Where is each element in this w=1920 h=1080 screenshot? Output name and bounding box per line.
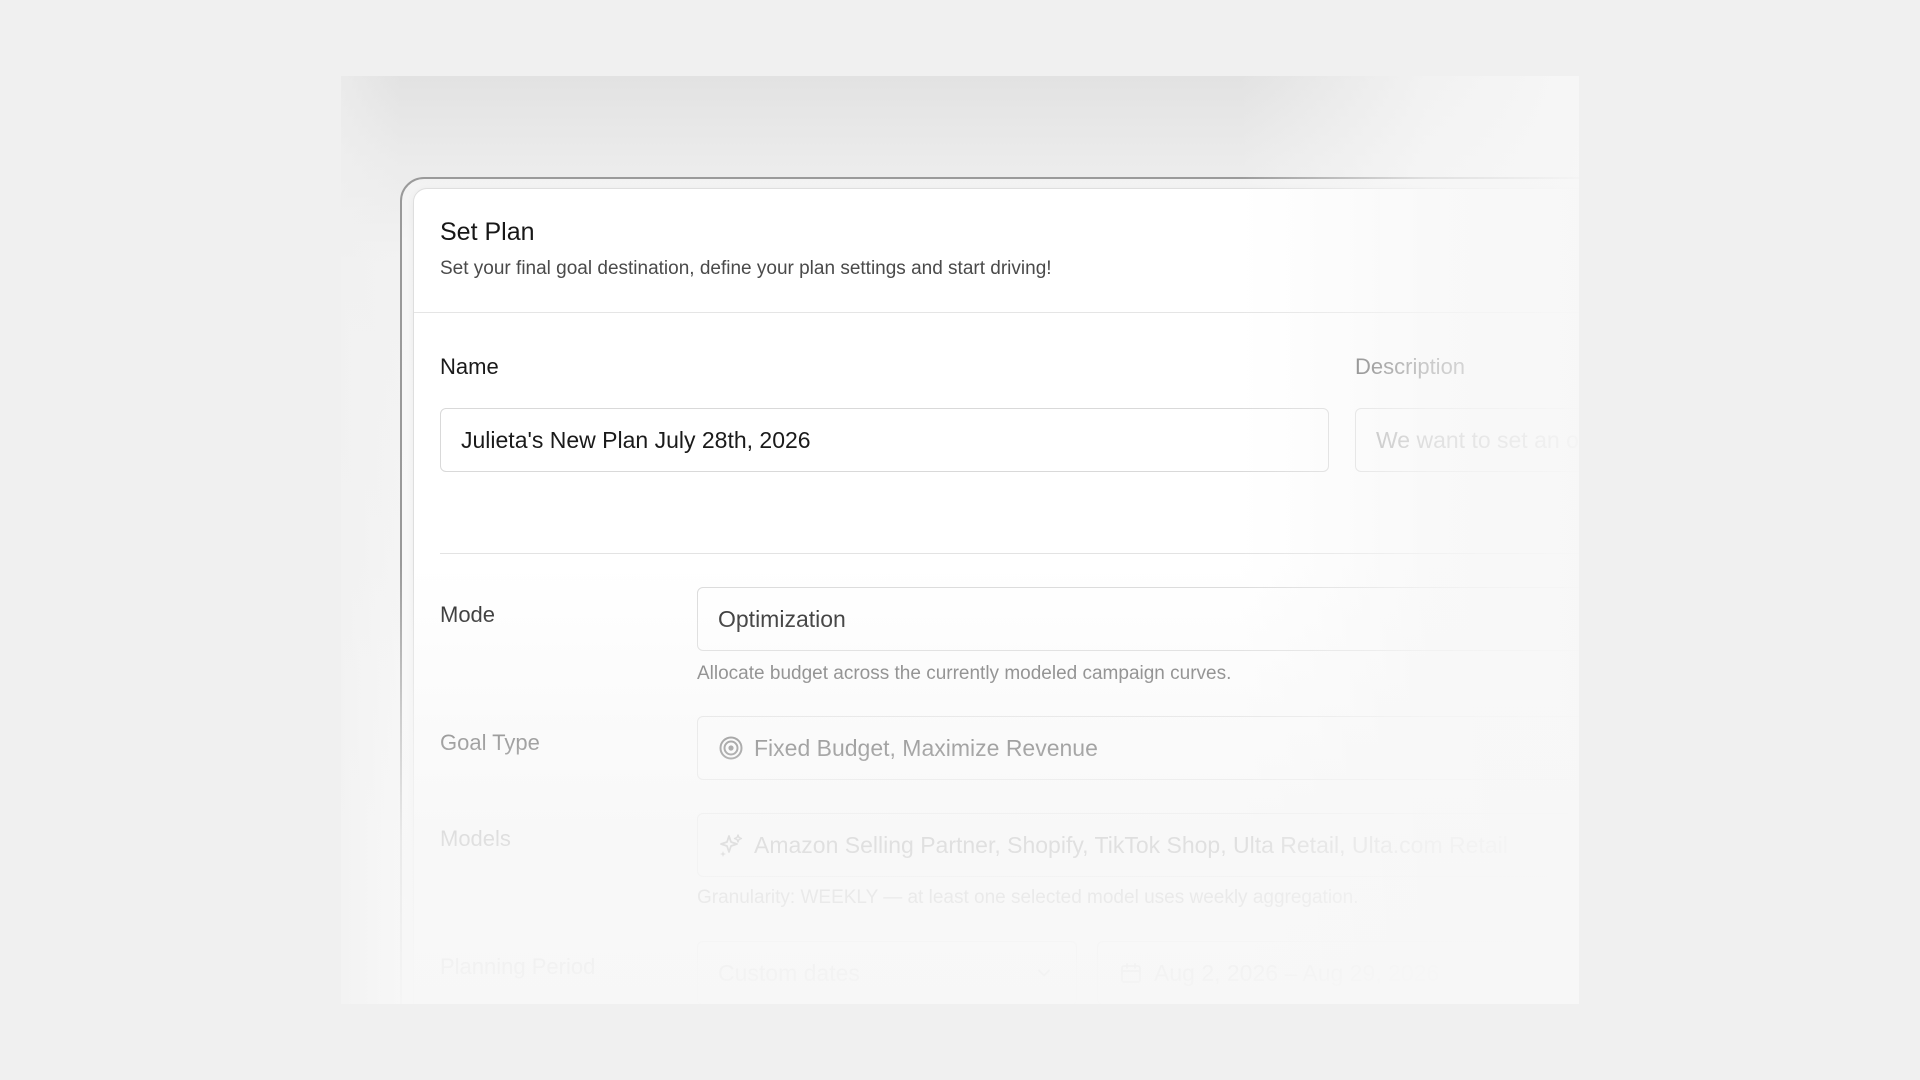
models-select[interactable]: Amazon Selling Partner, Shopify, TikTok … [697,813,1579,877]
mode-select[interactable]: Optimization [697,587,1579,651]
target-icon [718,735,744,761]
description-placeholder: We want to set an o [1376,426,1579,453]
mode-hint: Allocate budget across the currently mod… [697,663,1232,684]
models-hint: Granularity: WEEKLY — at least one selec… [697,887,1359,908]
fade-overlay-left [341,76,401,1004]
name-input[interactable]: Julieta's New Plan July 28th, 2026 [440,408,1329,472]
dialog-title: Set Plan [440,218,535,246]
section-divider [440,553,1579,554]
screenshot-stage: Set Plan Set your final goal destination… [341,76,1579,1004]
dialog-header: Set Plan Set your final goal destination… [414,189,1579,313]
planning-period-label: Planning Period [440,954,596,979]
name-input-value: Julieta's New Plan July 28th, 2026 [461,426,811,453]
mode-select-value: Optimization [718,605,846,632]
dialog-subtitle: Set your final goal destination, define … [440,258,1052,279]
set-plan-dialog: Set Plan Set your final goal destination… [413,188,1579,1004]
planning-period-date-range[interactable]: Aug 2, 2026 – Aug 29, 2026 [1097,941,1579,1004]
planning-period-range-value: Aug 2, 2026 – Aug 29, 2026 [1154,959,1440,986]
name-label: Name [440,354,499,379]
calendar-icon [1118,960,1144,986]
sparkles-icon [718,832,744,858]
models-value: Amazon Selling Partner, Shopify, TikTok … [754,831,1508,858]
models-label: Models [440,826,511,851]
goal-type-select[interactable]: Fixed Budget, Maximize Revenue [697,716,1579,780]
description-label: Description [1355,354,1466,379]
description-input[interactable]: We want to set an o [1355,408,1579,472]
goal-type-label: Goal Type [440,730,540,755]
mode-label: Mode [440,602,496,627]
planning-period-preset-value: Custom dates [718,959,860,986]
goal-type-value: Fixed Budget, Maximize Revenue [754,734,1098,761]
chevron-down-icon [1036,960,1052,987]
planning-period-preset-select[interactable]: Custom dates [697,941,1077,1004]
